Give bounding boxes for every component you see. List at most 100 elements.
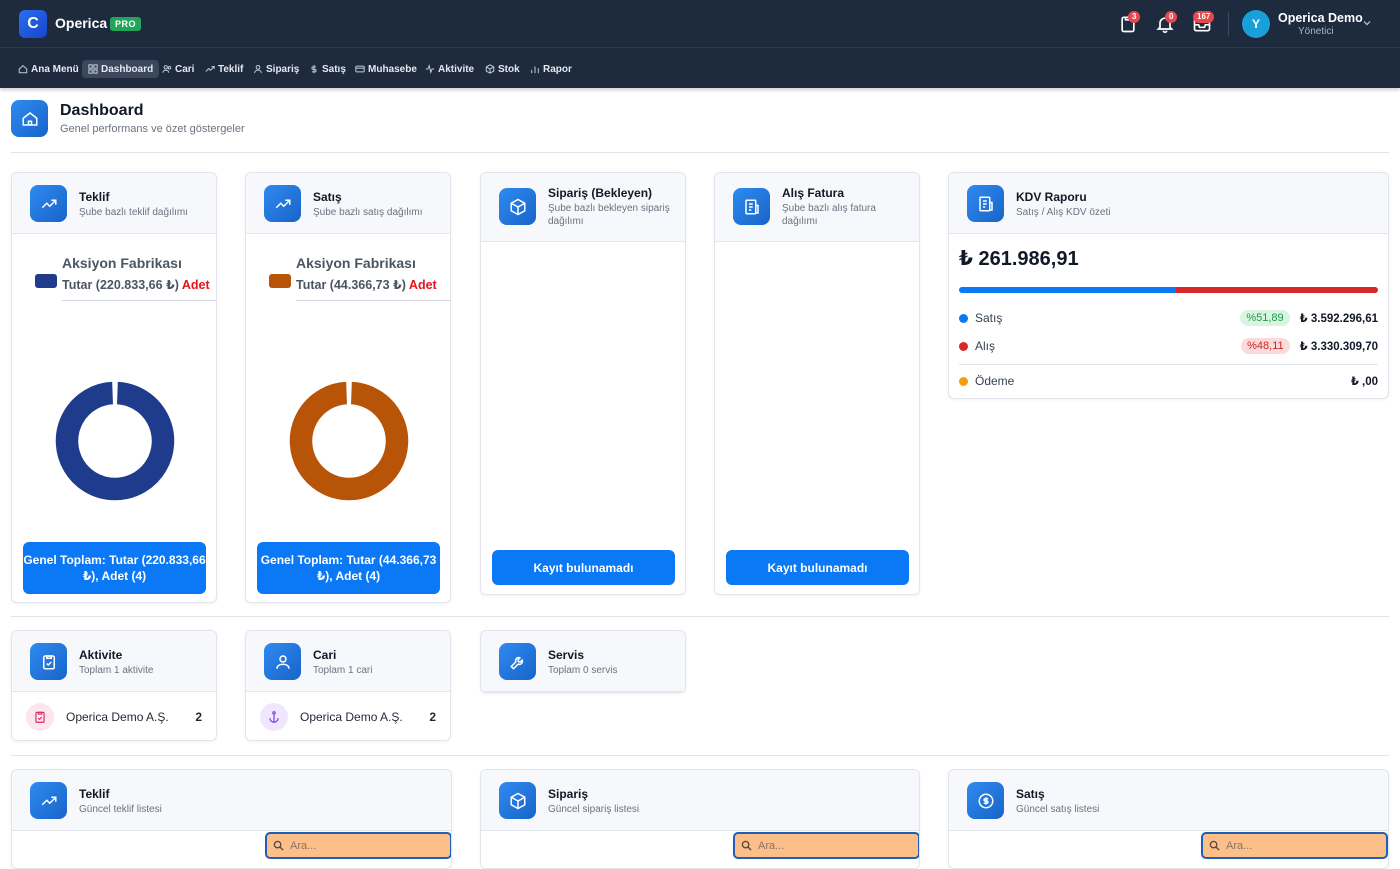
legend-swatch[interactable] — [35, 274, 57, 288]
page-title: Dashboard — [60, 102, 144, 119]
list-item[interactable]: Operica Demo A.Ş. 2 — [26, 702, 202, 732]
teklif-list-card: Teklif Güncel teklif listesi — [11, 769, 452, 869]
nav-label: Stok — [498, 63, 520, 75]
search-icon — [741, 840, 752, 851]
chevron-down-icon[interactable] — [1362, 18, 1372, 28]
kdv-alis-pct: %48,11 — [1241, 338, 1290, 354]
logo-letter: C — [27, 15, 39, 32]
section-divider — [11, 152, 1389, 153]
nav-teklif[interactable]: Teklif — [205, 61, 243, 77]
avatar[interactable]: Y — [1242, 10, 1270, 38]
kdv-ratio-bar — [959, 287, 1378, 293]
card-header: Teklif Şube bazlı teklif dağılımı — [12, 173, 216, 234]
nav-cari[interactable]: Cari — [162, 61, 194, 77]
legend-value[interactable]: Tutar (220.833,66 ₺) Adet — [62, 277, 210, 292]
card-title: Cari — [313, 648, 337, 662]
card-title: Aktivite — [79, 648, 123, 662]
notifications-button[interactable]: 0 — [1155, 11, 1178, 34]
donut-slice-aksiyon-fabrikası[interactable] — [288, 380, 410, 502]
teklif-donut-chart[interactable] — [50, 376, 180, 506]
kdv-row-label: Satış — [975, 311, 1003, 325]
nav-label: Muhasebe — [368, 63, 417, 75]
tasks-button[interactable]: 3 — [1118, 11, 1141, 34]
satis-search[interactable] — [1201, 832, 1388, 859]
legend-title: Aksiyon Fabrikası — [296, 255, 416, 271]
card-subtitle: Toplam 1 cari — [313, 665, 373, 676]
aktivite-card: Aktivite Toplam 1 aktivite Operica Demo … — [11, 630, 217, 741]
user-name[interactable]: Operica Demo — [1278, 11, 1363, 25]
list-item-name: Operica Demo A.Ş. — [300, 710, 403, 724]
card-header: Servis Toplam 0 servis — [481, 631, 685, 692]
kdv-row-label: Alış — [975, 339, 996, 353]
nav-muhasebe[interactable]: Muhasebe — [355, 61, 417, 77]
teklif-search[interactable] — [265, 832, 451, 859]
legend-amount: Tutar (220.833,66 ₺) — [62, 278, 179, 292]
package-icon — [499, 188, 536, 225]
brand-name[interactable]: Operica — [55, 15, 107, 31]
legend-value[interactable]: Tutar (44.366,73 ₺) Adet — [296, 277, 437, 292]
satis-search-input[interactable] — [1226, 839, 1376, 852]
home-icon — [18, 64, 28, 74]
legend-swatch[interactable] — [269, 274, 291, 288]
kdv-total-amount: ₺ 261.986,91 — [959, 248, 1079, 270]
activity-icon — [425, 64, 435, 74]
list-item[interactable]: Operica Demo A.Ş. 2 — [260, 702, 436, 732]
card-title: Sipariş — [548, 787, 589, 801]
card-subtitle: Güncel satış listesi — [1016, 804, 1100, 815]
card-subtitle: Satış / Alış KDV özeti — [1016, 207, 1111, 218]
satis-donut-chart[interactable] — [284, 376, 414, 506]
legend-underline — [62, 300, 216, 301]
donut-slice-aksiyon-fabrikası[interactable] — [54, 380, 176, 502]
nav-dashboard[interactable]: Dashboard — [82, 60, 160, 78]
legend-underline — [296, 300, 450, 301]
top-bar: C Operica PRO 3 0 167 Y Operica Demo Yön… — [0, 0, 1400, 48]
trending-up-icon — [30, 185, 67, 222]
legend-adet: Adet — [408, 278, 437, 292]
users-icon — [162, 65, 172, 73]
teklif-total-button[interactable]: Genel Toplam: Tutar (220.833,66 ₺), Adet… — [23, 542, 206, 594]
nav-satis[interactable]: Satış — [309, 61, 346, 77]
nav-label: Rapor — [543, 63, 572, 75]
card-subtitle: Şube bazlı satış dağılımı — [313, 207, 423, 218]
legend-title: Aksiyon Fabrikası — [62, 255, 182, 271]
user-icon — [264, 643, 301, 680]
teklif-search-input[interactable] — [290, 839, 440, 852]
siparis-search-input[interactable] — [758, 839, 908, 852]
messages-button[interactable]: 167 — [1192, 11, 1215, 34]
messages-badge: 167 — [1193, 11, 1215, 23]
trending-up-icon — [264, 185, 301, 222]
nav-siparis[interactable]: Sipariş — [253, 61, 299, 77]
trending-up-icon — [30, 782, 67, 819]
nav-aktivite[interactable]: Aktivite — [425, 61, 474, 77]
package-icon — [499, 782, 536, 819]
siparis-search[interactable] — [733, 832, 919, 859]
legend-amount: Tutar (44.366,73 ₺) — [296, 278, 406, 292]
nav-label: Teklif — [218, 63, 244, 75]
user-icon — [254, 64, 262, 74]
teklif-chart-card: Teklif Şube bazlı teklif dağılımı Aksiyo… — [11, 172, 217, 603]
card-title: Sipariş (Bekleyen) — [548, 186, 653, 200]
nav-label: Ana Menü — [31, 63, 79, 75]
nav-stok[interactable]: Stok — [485, 61, 520, 77]
card-header: Teklif Güncel teklif listesi — [12, 770, 451, 831]
legend-adet: Adet — [181, 278, 210, 292]
alis-empty-button[interactable]: Kayıt bulunamadı — [726, 550, 909, 585]
satis-dot — [959, 313, 968, 323]
card-title: Teklif — [79, 190, 110, 204]
section-divider — [11, 755, 1389, 756]
satis-chart-card: Satış Şube bazlı satış dağılımı Aksiyon … — [245, 172, 451, 603]
topbar-divider — [1228, 12, 1229, 36]
siparis-empty-button[interactable]: Kayıt bulunamadı — [492, 550, 675, 585]
app-logo[interactable]: C — [19, 10, 47, 38]
grid-icon — [88, 64, 98, 74]
nav-ana-menu[interactable]: Ana Menü — [18, 61, 79, 77]
card-title: Satış — [1016, 787, 1045, 801]
kdv-row-alis: Alış %48,11 ₺ 3.330.309,70 — [959, 336, 1378, 356]
satis-total-button[interactable]: Genel Toplam: Tutar (44.366,73 ₺), Adet … — [257, 542, 440, 594]
card-subtitle: Güncel teklif listesi — [79, 804, 162, 815]
satis-list-card: Satış Güncel satış listesi — [948, 769, 1389, 869]
kdv-row-label: Ödeme — [975, 374, 1015, 388]
card-header: Sipariş Güncel sipariş listesi — [481, 770, 919, 831]
nav-rapor[interactable]: Rapor — [530, 61, 572, 77]
kdv-row-satis: Satış %51,89 ₺ 3.592.296,61 — [959, 308, 1378, 328]
